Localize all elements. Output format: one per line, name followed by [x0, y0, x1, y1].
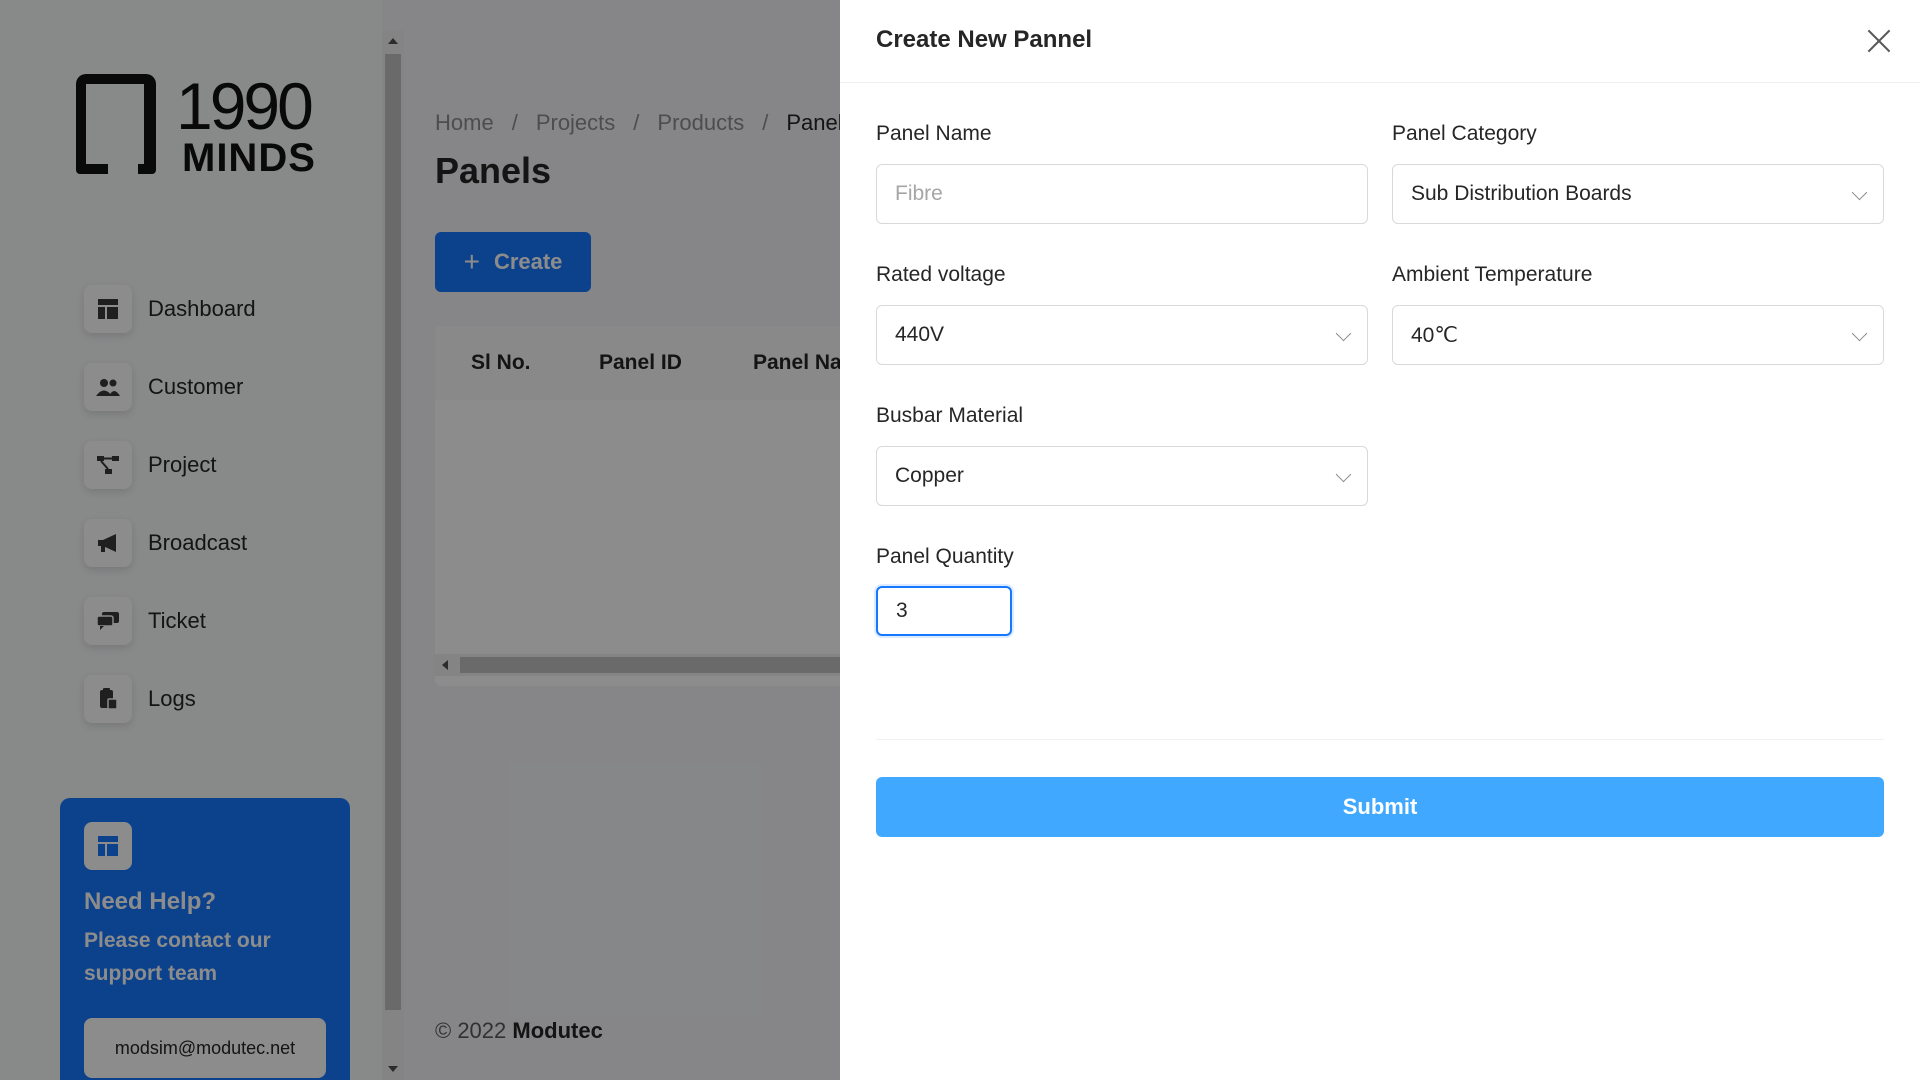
- drawer-title: Create New Pannel: [876, 26, 1093, 53]
- panel-name-label: Panel Name: [876, 122, 992, 145]
- ambient-temperature-value: 40℃: [1411, 323, 1458, 347]
- rated-voltage-value: 440V: [895, 323, 945, 346]
- ambient-temperature-select[interactable]: 40℃: [1392, 305, 1884, 365]
- busbar-material-value: Copper: [895, 464, 964, 487]
- rated-voltage-label: Rated voltage: [876, 263, 1006, 286]
- panel-quantity-label: Panel Quantity: [876, 545, 1014, 568]
- chevron-down-icon: [1851, 325, 1868, 342]
- submit-button[interactable]: Submit: [876, 777, 1884, 837]
- form-divider: [876, 739, 1884, 740]
- busbar-material-select[interactable]: Copper: [876, 446, 1368, 506]
- panel-category-select[interactable]: Sub Distribution Boards: [1392, 164, 1884, 224]
- panel-quantity-field[interactable]: [876, 586, 1012, 636]
- panel-quantity-input[interactable]: [896, 599, 992, 623]
- rated-voltage-select[interactable]: 440V: [876, 305, 1368, 365]
- busbar-material-label: Busbar Material: [876, 404, 1024, 427]
- ambient-temperature-label: Ambient Temperature: [1392, 263, 1593, 286]
- chevron-down-icon: [1335, 466, 1352, 483]
- panel-name-field[interactable]: [876, 164, 1368, 224]
- drawer-header: Create New Pannel: [840, 0, 1920, 83]
- chevron-down-icon: [1335, 325, 1352, 342]
- panel-category-value: Sub Distribution Boards: [1411, 182, 1632, 205]
- chevron-down-icon: [1851, 184, 1868, 201]
- close-icon[interactable]: [1866, 28, 1892, 54]
- create-panel-drawer: Create New Pannel Panel Name Panel Categ…: [840, 0, 1920, 1080]
- panel-name-input[interactable]: [895, 182, 1349, 206]
- panel-category-label: Panel Category: [1392, 122, 1537, 145]
